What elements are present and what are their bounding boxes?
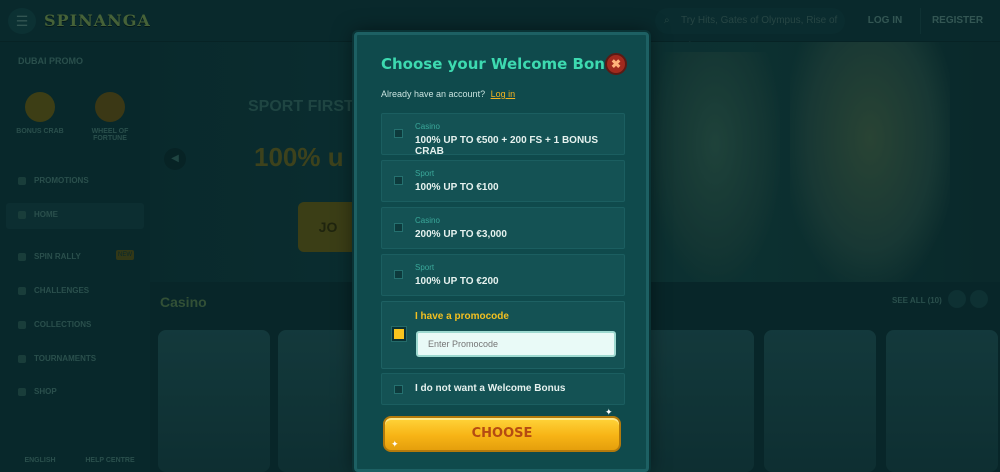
bonus-category: Casino xyxy=(415,216,440,225)
login-link[interactable]: Log in xyxy=(491,89,516,99)
close-icon[interactable]: ✖ xyxy=(605,53,627,75)
checkbox[interactable] xyxy=(394,129,403,138)
account-prompt-text: Already have an account? xyxy=(381,89,486,99)
bonus-option-sport-1[interactable]: Sport 100% UP TO €100 xyxy=(381,160,625,202)
sparkle-icon: ✦ xyxy=(605,407,613,417)
checkbox[interactable] xyxy=(394,270,403,279)
bonus-option-casino-1[interactable]: Casino 100% UP TO €500 + 200 FS + 1 BONU… xyxy=(381,113,625,157)
no-bonus-option[interactable]: I do not want a Welcome Bonus xyxy=(381,373,625,405)
checkbox[interactable] xyxy=(394,385,403,394)
no-bonus-label: I do not want a Welcome Bonus xyxy=(415,383,566,394)
bonus-value: 200% UP TO €3,000 xyxy=(415,229,507,240)
welcome-bonus-modal: Choose your Welcome Bonus ✖ Already have… xyxy=(354,32,649,472)
modal-title: Choose your Welcome Bonus xyxy=(381,55,625,73)
bonus-value: 100% UP TO €200 xyxy=(415,276,499,287)
promocode-input[interactable] xyxy=(416,331,616,357)
checkbox[interactable] xyxy=(394,176,403,185)
checkbox[interactable] xyxy=(394,223,403,232)
bonus-category: Sport xyxy=(415,169,435,178)
promocode-label: I have a promocode xyxy=(415,311,509,322)
bonus-option-casino-2[interactable]: Casino 200% UP TO €3,000 xyxy=(381,207,625,249)
choose-button[interactable]: CHOOSE xyxy=(383,416,621,452)
bonus-value: 100% UP TO €500 + 200 FS + 1 BONUS CRAB xyxy=(415,135,599,157)
account-prompt: Already have an account? Log in xyxy=(381,89,515,99)
bonus-option-sport-2[interactable]: Sport 100% UP TO €200 xyxy=(381,254,625,296)
bonus-category: Sport xyxy=(415,263,435,272)
bonus-category: Casino xyxy=(415,122,440,131)
promocode-option[interactable]: I have a promocode xyxy=(381,301,625,369)
checkbox-checked[interactable] xyxy=(392,327,406,341)
bonus-value: 100% UP TO €100 xyxy=(415,182,499,193)
sparkle-icon: ✦ xyxy=(391,439,399,449)
